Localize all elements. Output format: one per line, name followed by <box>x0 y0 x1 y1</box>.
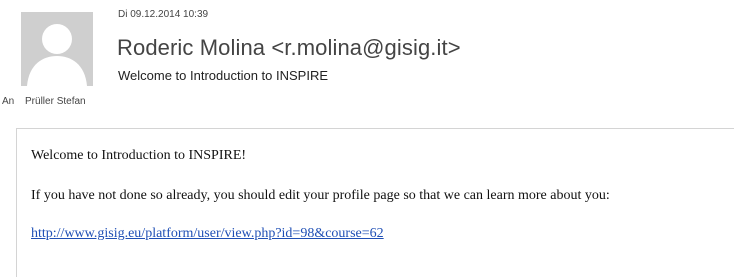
recipient-value[interactable]: Prüller Stefan <box>25 96 86 107</box>
recipient-label: An <box>2 96 15 107</box>
recipient-row: An Prüller Stefan <box>2 96 86 107</box>
sent-date: Di 09.12.2014 10:39 <box>118 9 209 20</box>
email-subject: Welcome to Introduction to INSPIRE <box>118 68 329 83</box>
profile-link[interactable]: http://www.gisig.eu/platform/user/view.p… <box>31 226 384 242</box>
user-avatar-icon <box>21 12 93 86</box>
email-header: Di 09.12.2014 10:39 Roderic Molina <r.mo… <box>0 0 734 122</box>
message-line-1: Welcome to Introduction to INSPIRE! <box>31 148 247 163</box>
sender-name[interactable]: Roderic Molina <r.molina@gisig.it> <box>117 35 461 61</box>
message-line-2: If you have not done so already, you sho… <box>31 188 610 203</box>
avatar[interactable] <box>21 12 93 86</box>
